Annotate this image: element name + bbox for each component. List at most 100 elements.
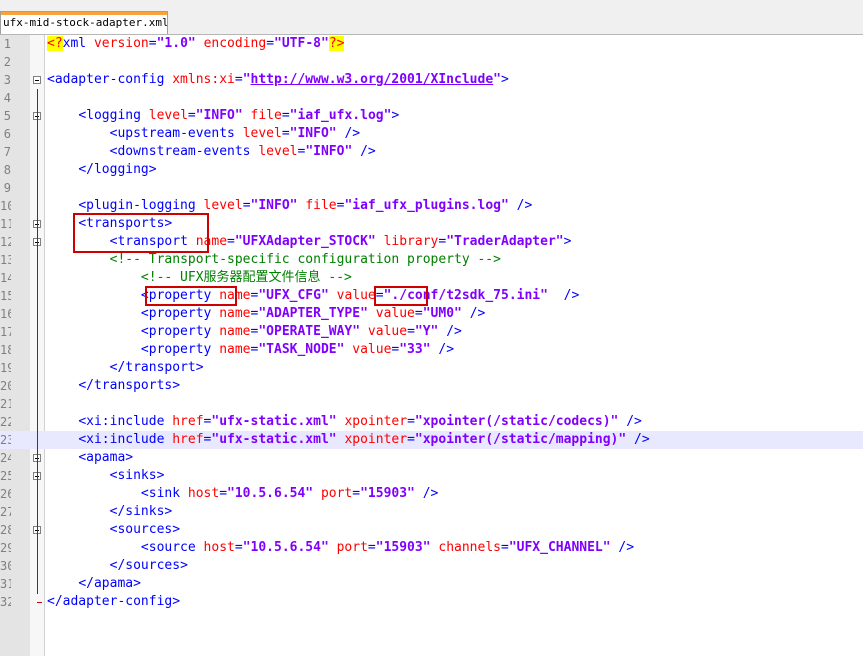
- code-line[interactable]: 25 <sinks>: [0, 467, 863, 485]
- line-number: 29: [0, 541, 11, 555]
- line-number: 14: [0, 271, 11, 285]
- line-number: 8: [3, 163, 11, 177]
- line-number: 7: [3, 145, 11, 159]
- code-text: <property name="TASK_NODE" value="33" />: [140, 342, 455, 357]
- code-text: <xi:include href="ufx-static.xml" xpoint…: [78, 432, 650, 447]
- line-number: 15: [0, 289, 11, 303]
- code-text: <transport name="UFXAdapter_STOCK" libra…: [109, 234, 572, 249]
- code-line[interactable]: 10 <plugin-logging level="INFO" file="ia…: [0, 197, 863, 215]
- line-number: 30: [0, 559, 11, 573]
- code-text: <!-- Transport-specific configuration pr…: [109, 252, 501, 267]
- line-number: 16: [0, 307, 11, 321]
- code-text: <!-- UFX服务器配置文件信息 -->: [140, 270, 352, 285]
- line-number: 23: [0, 433, 11, 447]
- code-text: </adapter-config>: [47, 594, 181, 609]
- line-number: 6: [3, 127, 11, 141]
- code-line[interactable]: 3 <adapter-config xmlns:xi="http://www.w3…: [0, 71, 863, 89]
- code-text: </apama>: [78, 576, 141, 591]
- code-text: <logging level="INFO" file="iaf_ufx.log"…: [78, 108, 400, 123]
- line-number: 24: [0, 451, 11, 465]
- code-line[interactable]: 13 <!-- Transport-specific configuration…: [0, 251, 863, 269]
- code-line[interactable]: 4: [0, 89, 863, 107]
- line-number: 1: [3, 37, 11, 51]
- code-line[interactable]: 2: [0, 53, 863, 71]
- code-line[interactable]: 22 <xi:include href="ufx-static.xml" xpo…: [0, 413, 863, 431]
- file-tab[interactable]: ufx-mid-stock-adapter.xml: [0, 11, 168, 34]
- line-number: 13: [0, 253, 11, 267]
- code-line[interactable]: 9: [0, 179, 863, 197]
- code-text: <downstream-events level="INFO" />: [109, 144, 376, 159]
- line-number: 3: [3, 73, 11, 87]
- code-editor[interactable]: 1 <?xml version="1.0" encoding="UTF-8"?> 2…: [0, 35, 863, 656]
- code-line[interactable]: 6 <upstream-events level="INFO" />: [0, 125, 863, 143]
- line-number: 32: [0, 595, 11, 609]
- line-number: 27: [0, 505, 11, 519]
- code-text: <apama>: [78, 450, 134, 465]
- code-line[interactable]: 23 <xi:include href="ufx-static.xml" xpo…: [0, 431, 863, 449]
- line-number: 11: [0, 217, 11, 231]
- code-text: <plugin-logging level="INFO" file="iaf_u…: [78, 198, 533, 213]
- code-line[interactable]: 17 <property name="OPERATE_WAY" value="Y…: [0, 323, 863, 341]
- code-line[interactable]: 16 <property name="ADAPTER_TYPE" value="…: [0, 305, 863, 323]
- code-line[interactable]: 8 </logging>: [0, 161, 863, 179]
- code-text: <property name="OPERATE_WAY" value="Y" /…: [140, 324, 462, 339]
- line-number: 18: [0, 343, 11, 357]
- line-number: 20: [0, 379, 11, 393]
- line-number: 19: [0, 361, 11, 375]
- code-line[interactable]: 29 <source host="10.5.6.54" port="15903"…: [0, 539, 863, 557]
- line-number: 2: [3, 55, 11, 69]
- tab-bar: ufx-mid-stock-adapter.xml: [0, 8, 863, 35]
- code-text: <upstream-events level="INFO" />: [109, 126, 361, 141]
- file-tab-label: ufx-mid-stock-adapter.xml: [3, 16, 168, 29]
- line-number: 22: [0, 415, 11, 429]
- line-number: 9: [3, 181, 11, 195]
- code-line[interactable]: 28 <sources>: [0, 521, 863, 539]
- code-text: <sink host="10.5.6.54" port="15903" />: [140, 486, 439, 501]
- code-line[interactable]: 31 </apama>: [0, 575, 863, 593]
- line-number: 28: [0, 523, 11, 537]
- line-number: 31: [0, 577, 11, 591]
- line-number: 10: [0, 199, 11, 213]
- line-number: 21: [0, 397, 11, 411]
- code-line[interactable]: 7 <downstream-events level="INFO" />: [0, 143, 863, 161]
- code-text: <sinks>: [109, 468, 165, 483]
- code-text: <property name="UFX_CFG" value="./conf/t…: [140, 288, 580, 303]
- code-line[interactable]: 30 </sources>: [0, 557, 863, 575]
- code-text: <property name="ADAPTER_TYPE" value="UM0…: [140, 306, 486, 321]
- code-line[interactable]: 27 </sinks>: [0, 503, 863, 521]
- code-line[interactable]: 26 <sink host="10.5.6.54" port="15903" /…: [0, 485, 863, 503]
- code-line[interactable]: 20 </transports>: [0, 377, 863, 395]
- code-line[interactable]: 5 <logging level="INFO" file="iaf_ufx.lo…: [0, 107, 863, 125]
- code-line[interactable]: 19 </transport>: [0, 359, 863, 377]
- code-text: </sources>: [109, 558, 188, 573]
- code-line[interactable]: 11 <transports>: [0, 215, 863, 233]
- code-text: </logging>: [78, 162, 157, 177]
- code-line[interactable]: 14 <!-- UFX服务器配置文件信息 -->: [0, 269, 863, 287]
- fold-toggle-icon[interactable]: [33, 76, 41, 84]
- code-text: <sources>: [109, 522, 181, 537]
- fold-guide: [37, 89, 38, 594]
- line-number: 5: [3, 109, 11, 123]
- code-text: </transports>: [78, 378, 181, 393]
- line-number: 12: [0, 235, 11, 249]
- code-line[interactable]: 15 <property name="UFX_CFG" value="./con…: [0, 287, 863, 305]
- line-number: 26: [0, 487, 11, 501]
- code-text: <?xml version="1.0" encoding="UTF-8"?>: [47, 36, 345, 51]
- code-line[interactable]: 21: [0, 395, 863, 413]
- code-text: </sinks>: [109, 504, 173, 519]
- code-line[interactable]: 1 <?xml version="1.0" encoding="UTF-8"?>: [0, 35, 863, 53]
- fold-end-marker: [37, 602, 42, 603]
- line-number: 17: [0, 325, 11, 339]
- code-text: <transports>: [78, 216, 173, 231]
- code-text: <adapter-config xmlns:xi="http://www.w3.…: [47, 72, 509, 87]
- code-line[interactable]: 24 <apama>: [0, 449, 863, 467]
- code-text: <source host="10.5.6.54" port="15903" ch…: [140, 540, 635, 555]
- active-tab-marker: [1, 12, 167, 15]
- code-text: </transport>: [109, 360, 204, 375]
- code-text: <xi:include href="ufx-static.xml" xpoint…: [78, 414, 642, 429]
- code-line[interactable]: 32 </adapter-config>: [0, 593, 863, 611]
- code-line[interactable]: 18 <property name="TASK_NODE" value="33"…: [0, 341, 863, 359]
- line-number: 25: [0, 469, 11, 483]
- code-line[interactable]: 12 <transport name="UFXAdapter_STOCK" li…: [0, 233, 863, 251]
- line-number: 4: [3, 91, 11, 105]
